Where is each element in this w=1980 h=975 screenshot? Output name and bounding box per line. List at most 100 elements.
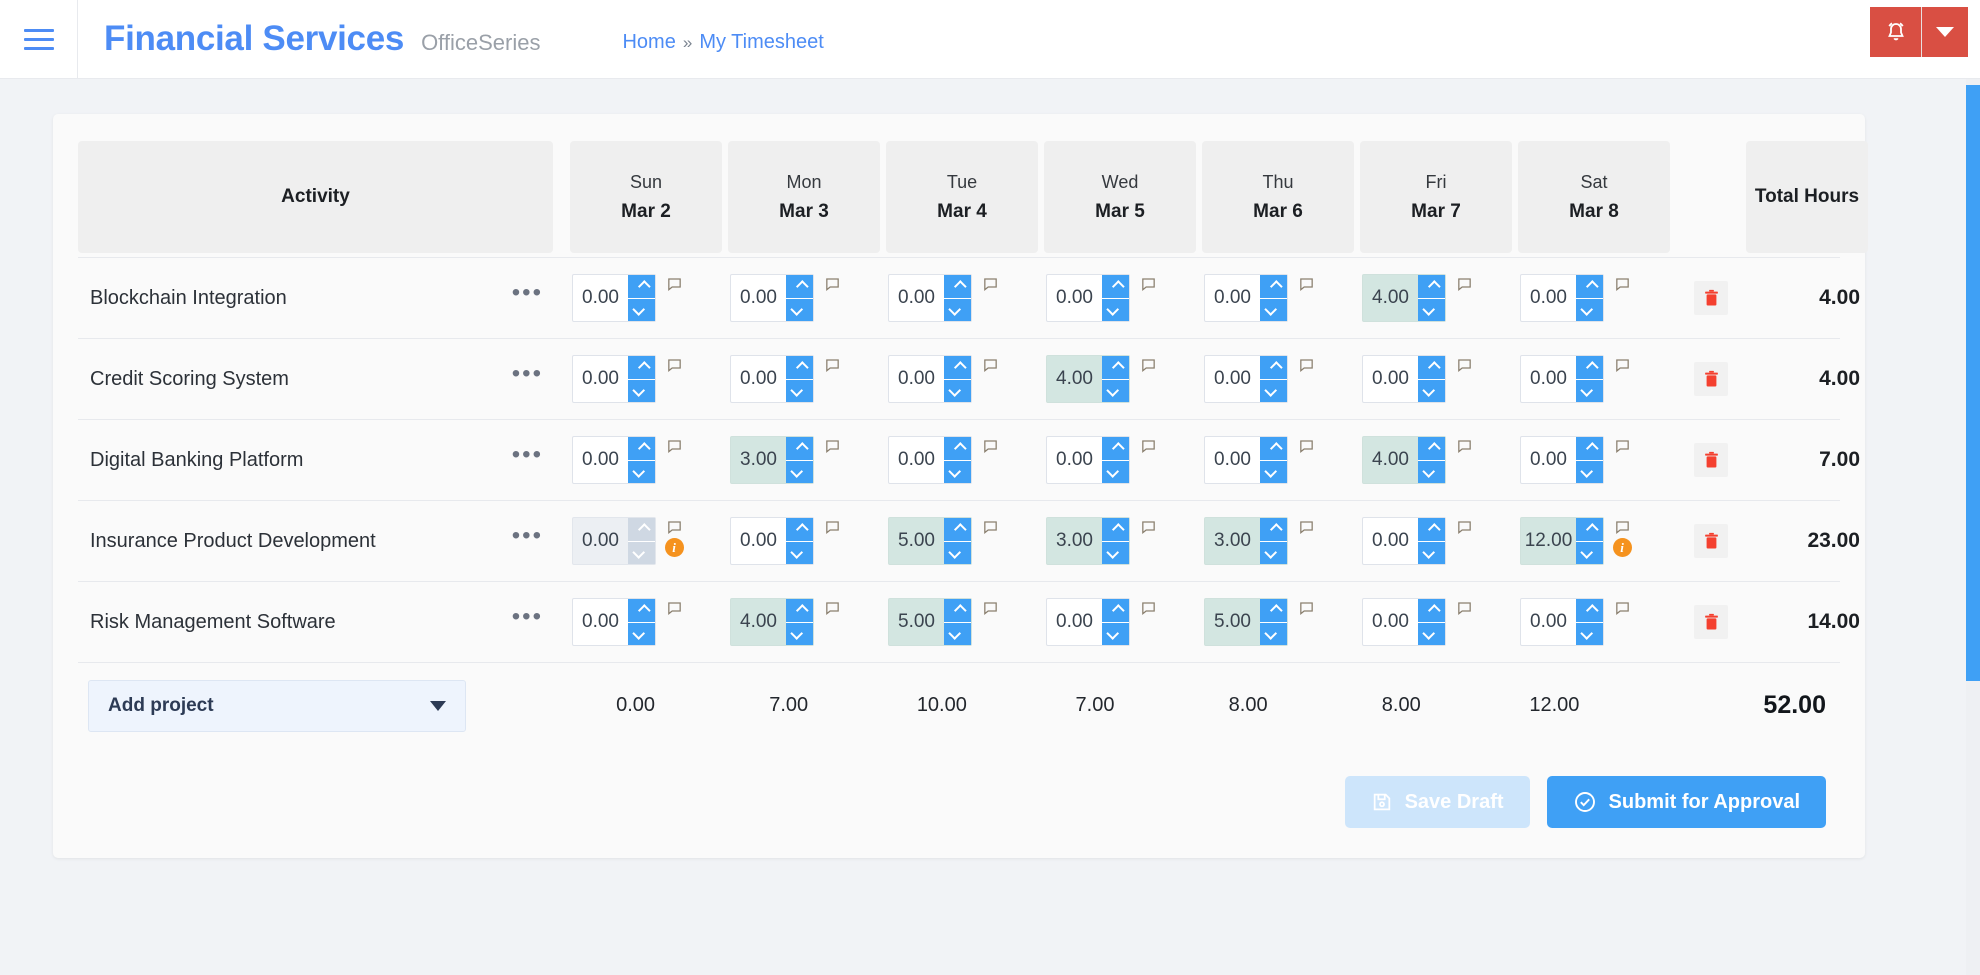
info-badge-icon[interactable]: i bbox=[1612, 538, 1632, 557]
comment-icon[interactable] bbox=[824, 600, 841, 616]
hours-input-spinner[interactable]: 5.00 bbox=[1204, 598, 1288, 646]
hours-input-spinner[interactable]: 5.00 bbox=[888, 517, 972, 565]
comment-icon[interactable] bbox=[1140, 357, 1157, 373]
hours-input-value[interactable]: 0.00 bbox=[573, 518, 628, 564]
hours-input-value[interactable]: 3.00 bbox=[1205, 518, 1260, 564]
hamburger-menu-icon[interactable] bbox=[0, 0, 78, 79]
spinner-decrement-button[interactable] bbox=[628, 622, 655, 645]
comment-icon[interactable] bbox=[1456, 276, 1473, 292]
hours-input-spinner[interactable]: 3.00 bbox=[730, 436, 814, 484]
spinner-decrement-button[interactable] bbox=[1576, 541, 1603, 564]
spinner-decrement-button[interactable] bbox=[1418, 541, 1445, 564]
spinner-decrement-button[interactable] bbox=[1418, 622, 1445, 645]
spinner-increment-button[interactable] bbox=[1418, 599, 1445, 623]
comment-icon[interactable] bbox=[666, 600, 683, 616]
spinner-increment-button[interactable] bbox=[1576, 437, 1603, 461]
spinner-decrement-button[interactable] bbox=[1260, 460, 1287, 483]
spinner-increment-button[interactable] bbox=[1102, 518, 1129, 542]
spinner-decrement-button[interactable] bbox=[786, 541, 813, 564]
hours-input-spinner[interactable]: 0.00 bbox=[1362, 598, 1446, 646]
delete-row-button[interactable] bbox=[1694, 362, 1728, 396]
comment-icon[interactable] bbox=[824, 519, 841, 535]
spinner-decrement-button[interactable] bbox=[1260, 379, 1287, 402]
hours-input-value[interactable]: 0.00 bbox=[731, 518, 786, 564]
comment-icon[interactable] bbox=[1614, 276, 1631, 292]
breadcrumb-current-link[interactable]: My Timesheet bbox=[699, 31, 823, 54]
hours-input-value[interactable]: 0.00 bbox=[1205, 356, 1260, 402]
hours-input-value[interactable]: 3.00 bbox=[1047, 518, 1102, 564]
comment-icon[interactable] bbox=[982, 600, 999, 616]
delete-row-button[interactable] bbox=[1694, 443, 1728, 477]
spinner-increment-button[interactable] bbox=[1260, 275, 1287, 299]
spinner-increment-button[interactable] bbox=[628, 599, 655, 623]
hours-input-value[interactable]: 0.00 bbox=[1363, 518, 1418, 564]
hours-input-value[interactable]: 4.00 bbox=[731, 599, 786, 645]
spinner-decrement-button[interactable] bbox=[1576, 379, 1603, 402]
spinner-decrement-button[interactable] bbox=[1102, 298, 1129, 321]
hours-input-value[interactable]: 0.00 bbox=[1521, 356, 1576, 402]
spinner-increment-button[interactable] bbox=[1102, 437, 1129, 461]
spinner-decrement-button[interactable] bbox=[1102, 460, 1129, 483]
spinner-decrement-button[interactable] bbox=[944, 541, 971, 564]
hours-input-spinner[interactable]: 0.00 bbox=[1046, 274, 1130, 322]
hours-input-value[interactable]: 4.00 bbox=[1363, 275, 1418, 321]
hours-input-value[interactable]: 0.00 bbox=[573, 356, 628, 402]
notification-bell-button[interactable] bbox=[1870, 7, 1922, 57]
spinner-decrement-button[interactable] bbox=[1418, 460, 1445, 483]
spinner-increment-button[interactable] bbox=[944, 518, 971, 542]
comment-icon[interactable] bbox=[1614, 519, 1631, 535]
comment-icon[interactable] bbox=[1614, 357, 1631, 373]
comment-icon[interactable] bbox=[824, 438, 841, 454]
hours-input-spinner[interactable]: 4.00 bbox=[730, 598, 814, 646]
spinner-decrement-button[interactable] bbox=[1102, 541, 1129, 564]
spinner-decrement-button[interactable] bbox=[1576, 298, 1603, 321]
notification-dropdown-button[interactable] bbox=[1922, 7, 1968, 57]
spinner-decrement-button[interactable] bbox=[944, 298, 971, 321]
hours-input-value[interactable]: 0.00 bbox=[1521, 275, 1576, 321]
spinner-increment-button[interactable] bbox=[1102, 275, 1129, 299]
hours-input-value[interactable]: 5.00 bbox=[889, 518, 944, 564]
spinner-increment-button[interactable] bbox=[786, 356, 813, 380]
hours-input-value[interactable]: 0.00 bbox=[1205, 275, 1260, 321]
comment-icon[interactable] bbox=[982, 276, 999, 292]
spinner-decrement-button[interactable] bbox=[1260, 541, 1287, 564]
hours-input-spinner[interactable]: 4.00 bbox=[1362, 274, 1446, 322]
hours-input-spinner[interactable]: 0.00 bbox=[1362, 355, 1446, 403]
spinner-increment-button[interactable] bbox=[1418, 356, 1445, 380]
comment-icon[interactable] bbox=[824, 357, 841, 373]
hours-input-value[interactable]: 0.00 bbox=[1047, 437, 1102, 483]
row-menu-ellipsis-icon[interactable]: ••• bbox=[512, 362, 543, 389]
breadcrumb-home-link[interactable]: Home bbox=[622, 31, 675, 54]
spinner-decrement-button[interactable] bbox=[786, 298, 813, 321]
hours-input-value[interactable]: 0.00 bbox=[1521, 437, 1576, 483]
save-draft-button[interactable]: Save Draft bbox=[1344, 776, 1530, 828]
spinner-increment-button[interactable] bbox=[786, 437, 813, 461]
comment-icon[interactable] bbox=[1140, 519, 1157, 535]
hours-input-value[interactable]: 0.00 bbox=[889, 437, 944, 483]
comment-icon[interactable] bbox=[666, 519, 683, 535]
hours-input-spinner[interactable]: 0.00 bbox=[1204, 274, 1288, 322]
spinner-increment-button[interactable] bbox=[628, 356, 655, 380]
spinner-decrement-button[interactable] bbox=[944, 460, 971, 483]
hours-input-value[interactable]: 0.00 bbox=[1521, 599, 1576, 645]
comment-icon[interactable] bbox=[1140, 600, 1157, 616]
hours-input-spinner[interactable]: 4.00 bbox=[1362, 436, 1446, 484]
hours-input-value[interactable]: 0.00 bbox=[573, 275, 628, 321]
delete-row-button[interactable] bbox=[1694, 605, 1728, 639]
hours-input-value[interactable]: 4.00 bbox=[1363, 437, 1418, 483]
comment-icon[interactable] bbox=[666, 357, 683, 373]
hours-input-value[interactable]: 0.00 bbox=[731, 275, 786, 321]
spinner-decrement-button[interactable] bbox=[786, 460, 813, 483]
spinner-decrement-button[interactable] bbox=[628, 379, 655, 402]
hours-input-spinner[interactable]: 0.00 bbox=[888, 274, 972, 322]
hours-input-value[interactable]: 0.00 bbox=[1205, 437, 1260, 483]
hours-input-spinner[interactable]: 0.00 bbox=[730, 274, 814, 322]
hours-input-value[interactable]: 0.00 bbox=[1047, 599, 1102, 645]
hours-input-spinner[interactable]: 0.00 bbox=[572, 274, 656, 322]
hours-input-spinner[interactable]: 0.00 bbox=[572, 517, 656, 565]
spinner-decrement-button[interactable] bbox=[786, 379, 813, 402]
hours-input-spinner[interactable]: 0.00 bbox=[1046, 436, 1130, 484]
spinner-increment-button[interactable] bbox=[944, 275, 971, 299]
comment-icon[interactable] bbox=[1456, 519, 1473, 535]
spinner-increment-button[interactable] bbox=[1576, 599, 1603, 623]
